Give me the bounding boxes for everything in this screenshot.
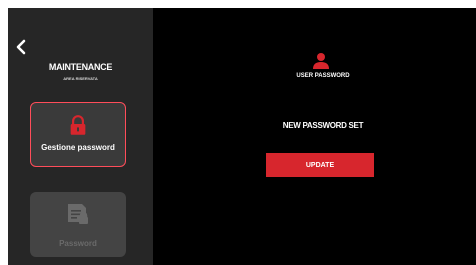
document-lock-icon — [68, 204, 88, 224]
sidebar-title: MAINTENANCE — [48, 62, 113, 72]
section-label: USER PASSWORD — [296, 73, 350, 79]
app-screen: MAINTENANCE AREA RISERVATA Gestione pass… — [8, 8, 476, 265]
back-button[interactable] — [14, 38, 30, 56]
sidebar-item-password[interactable]: Password — [30, 192, 126, 257]
chevron-left-icon — [16, 39, 26, 55]
lock-icon — [70, 115, 86, 135]
sidebar-item-gestione-password[interactable]: Gestione password — [30, 102, 126, 167]
update-button[interactable]: UPDATE — [266, 153, 374, 177]
sidebar: MAINTENANCE AREA RISERVATA Gestione pass… — [8, 8, 153, 265]
user-icon — [313, 53, 329, 69]
sidebar-item-label: Gestione password — [41, 143, 115, 152]
sidebar-subtitle: AREA RISERVATA — [63, 76, 98, 81]
status-message: NEW PASSWORD SET — [282, 121, 364, 130]
sidebar-item-label: Password — [59, 239, 97, 248]
